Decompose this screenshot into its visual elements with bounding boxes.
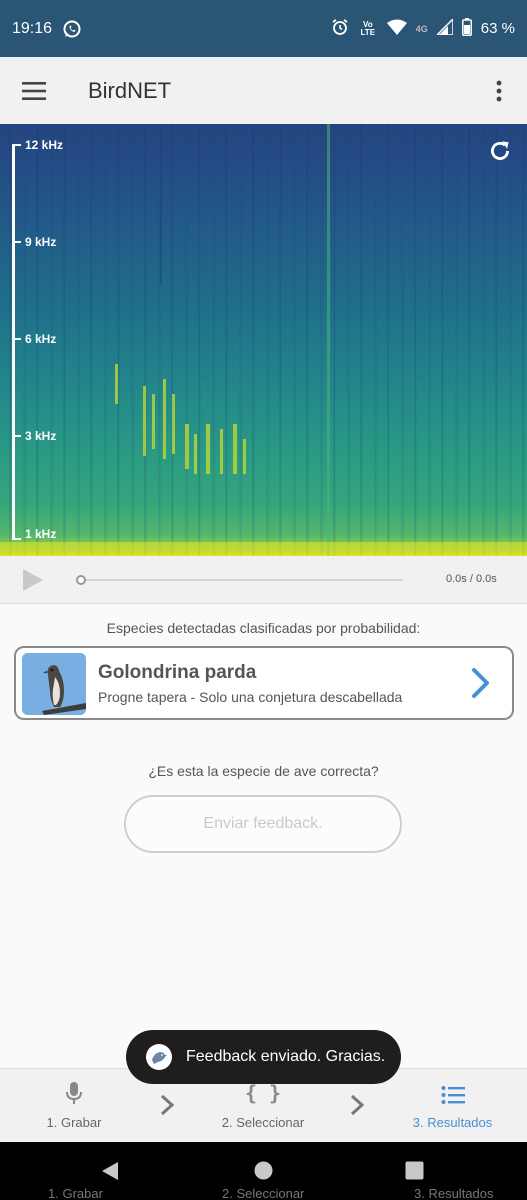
- birdnet-logo-icon: [146, 1044, 172, 1070]
- axis-label-9khz: 9 kHz: [25, 235, 57, 249]
- spectrogram-highlights: [0, 124, 527, 556]
- results-heading: Especies detectadas clasificadas por pro…: [106, 620, 421, 636]
- recents-icon[interactable]: [405, 1161, 424, 1185]
- back-icon[interactable]: [101, 1161, 119, 1186]
- hamburger-menu-icon[interactable]: [0, 57, 68, 124]
- playback-knob[interactable]: [76, 575, 86, 585]
- alarm-icon: [331, 18, 349, 40]
- signal-icon: [434, 16, 454, 39]
- nav-label-record: 1. Grabar: [46, 1115, 102, 1130]
- status-time: 19:16: [12, 19, 53, 37]
- audio-player: 0.0s / 0.0s: [0, 556, 527, 604]
- ghost-nav-label-results: 3. Resultados: [414, 1186, 494, 1200]
- microphone-icon: [65, 1069, 83, 1105]
- app-bar: BirdNET: [0, 57, 527, 124]
- nav-label-select: 2. Seleccionar: [221, 1115, 305, 1130]
- species-scientific-name: Progne tapera - Solo una conjetura desca…: [98, 689, 403, 705]
- axis-label-12khz: 12 kHz: [25, 138, 64, 152]
- ghost-nav-label-record: 1. Grabar: [48, 1186, 103, 1200]
- whatsapp-icon: [62, 19, 82, 39]
- battery-level: 63 %: [480, 20, 515, 37]
- home-icon[interactable]: [254, 1161, 273, 1185]
- volte-indicator: Vo LTE: [360, 19, 376, 37]
- battery-icon: [461, 17, 472, 40]
- axis-label-6khz: 6 kHz: [25, 332, 57, 346]
- status-bar: 19:16 Vo LTE 4G 63 %: [0, 0, 527, 57]
- overflow-menu-icon[interactable]: [471, 57, 527, 124]
- bird-thumbnail: [22, 653, 86, 715]
- system-navigation-bar: 1. Grabar 2. Seleccionar 3. Resultados: [0, 1142, 527, 1200]
- frequency-axis: [12, 144, 15, 540]
- toast-message: Feedback enviado. Gracias.: [186, 1048, 386, 1065]
- chevron-right-icon: [159, 1093, 175, 1122]
- nav-label-results: 3. Resultados: [412, 1115, 493, 1130]
- chevron-right-icon: [349, 1093, 365, 1122]
- feedback-question: ¿Es esta la especie de ave correcta?: [148, 763, 379, 779]
- playback-time: 0.0s / 0.0s: [446, 573, 497, 585]
- app-title: BirdNET: [88, 77, 172, 103]
- spectrogram[interactable]: 12 kHz 9 kHz 6 kHz 3 kHz 1 kHz: [0, 124, 527, 556]
- nav-item-results[interactable]: 3. Resultados: [405, 1069, 500, 1143]
- axis-label-1khz: 1 kHz: [25, 527, 57, 541]
- wifi-icon: [386, 19, 407, 39]
- playback-track[interactable]: [86, 579, 403, 581]
- send-feedback-button[interactable]: Enviar feedback.: [124, 795, 402, 853]
- toast-notification: Feedback enviado. Gracias.: [126, 1030, 401, 1084]
- axis-label-3khz: 3 kHz: [25, 429, 57, 443]
- network-type: 4G: [415, 23, 428, 34]
- play-icon[interactable]: [22, 568, 44, 597]
- refresh-icon[interactable]: [487, 138, 513, 164]
- nav-item-record[interactable]: 1. Grabar: [30, 1069, 118, 1143]
- species-result-card[interactable]: Golondrina parda Progne tapera - Solo un…: [14, 646, 514, 720]
- ghost-nav-label-select: 2. Seleccionar: [222, 1186, 305, 1200]
- chevron-right-icon[interactable]: [470, 667, 490, 704]
- species-common-name: Golondrina parda: [98, 662, 257, 683]
- list-icon: [441, 1069, 465, 1105]
